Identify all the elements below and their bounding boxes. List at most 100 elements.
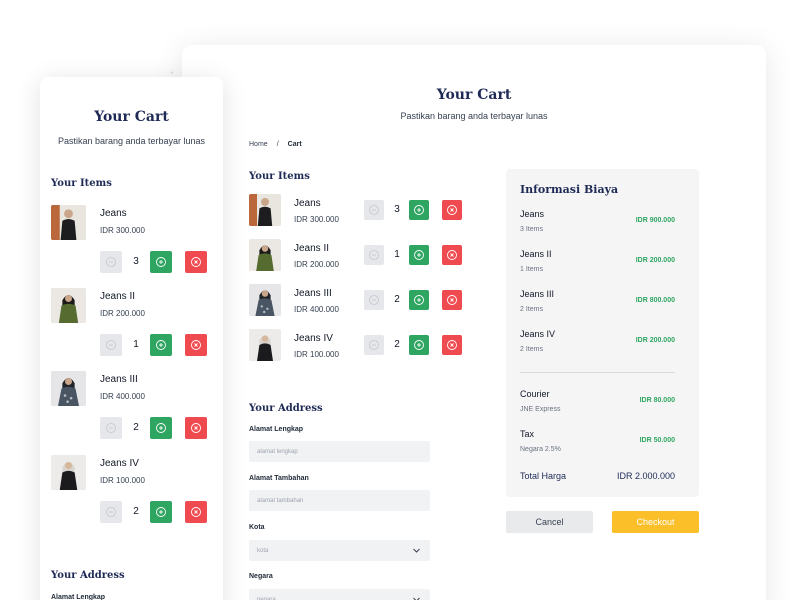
plus-circle-icon bbox=[413, 204, 425, 216]
decrease-button[interactable] bbox=[100, 501, 122, 523]
minus-circle-icon bbox=[105, 339, 117, 351]
desktop-cart-card: Your Cart Pastikan barang anda terbayar … bbox=[182, 45, 766, 600]
cart-item: Jeans II IDR 200.000 1 bbox=[249, 239, 462, 273]
decorative-dots: ·:· bbox=[170, 70, 174, 76]
product-image bbox=[51, 455, 86, 490]
cart-item: Jeans IDR 300.000 3 bbox=[249, 194, 462, 228]
summary-item-value: IDR 900.000 bbox=[635, 217, 675, 224]
mobile-cart-card: Your Cart Pastikan barang anda terbayar … bbox=[40, 77, 223, 600]
decrease-button[interactable] bbox=[100, 334, 122, 356]
country-select[interactable]: negara bbox=[249, 589, 430, 600]
quantity-value: 3 bbox=[394, 204, 400, 215]
summary-heading: Informasi Biaya bbox=[520, 183, 619, 196]
tax-label: Tax bbox=[520, 429, 535, 439]
courier-label: Courier bbox=[520, 389, 550, 399]
summary-item-value: IDR 200.000 bbox=[635, 257, 675, 264]
mobile-cart-item: Jeans III IDR 400.000 2 bbox=[51, 371, 211, 447]
breadcrumb-current: Cart bbox=[287, 141, 302, 148]
summary-item-name: Jeans bbox=[520, 209, 545, 219]
remove-item-button[interactable] bbox=[442, 245, 462, 265]
breadcrumb-separator: / bbox=[276, 141, 279, 148]
decrease-button[interactable] bbox=[364, 290, 384, 310]
mobile-page-subtitle: Pastikan barang anda terbayar lunas bbox=[57, 136, 206, 146]
x-circle-icon bbox=[446, 249, 458, 261]
remove-item-button[interactable] bbox=[185, 417, 207, 439]
product-price: IDR 300.000 bbox=[294, 215, 339, 224]
decrease-button[interactable] bbox=[364, 200, 384, 220]
country-select-value: negara bbox=[257, 596, 276, 600]
product-name: Jeans III bbox=[294, 288, 332, 299]
plus-circle-icon bbox=[155, 256, 167, 268]
field-label: Alamat Lengkap bbox=[51, 594, 106, 600]
chevron-down-icon bbox=[412, 595, 421, 600]
plus-circle-icon bbox=[155, 339, 167, 351]
summary-item-count: 2 Items bbox=[520, 306, 543, 313]
quantity-value: 2 bbox=[133, 506, 139, 517]
city-select[interactable]: kota bbox=[249, 540, 430, 561]
summary-item-count: 3 Items bbox=[520, 226, 543, 233]
tax-value: IDR 50.000 bbox=[639, 437, 675, 444]
increase-button[interactable] bbox=[150, 334, 172, 356]
product-name: Jeans IV bbox=[100, 458, 139, 469]
quantity-value: 2 bbox=[394, 339, 400, 350]
cart-item: Jeans III IDR 400.000 2 bbox=[249, 284, 462, 318]
plus-circle-icon bbox=[155, 422, 167, 434]
product-price: IDR 400.000 bbox=[294, 305, 339, 314]
tax-row: Tax Negara 2.5% IDR 50.000 bbox=[520, 429, 675, 459]
plus-circle-icon bbox=[413, 339, 425, 351]
quantity-value: 3 bbox=[133, 256, 139, 267]
minus-circle-icon bbox=[368, 339, 380, 351]
breadcrumb-home[interactable]: Home bbox=[249, 141, 268, 148]
increase-button[interactable] bbox=[409, 335, 429, 355]
cart-item: Jeans IV IDR 100.000 2 bbox=[249, 329, 462, 363]
decrease-button[interactable] bbox=[364, 335, 384, 355]
summary-item-name: Jeans III bbox=[520, 289, 555, 299]
minus-circle-icon bbox=[368, 249, 380, 261]
summary-item-count: 1 Items bbox=[520, 266, 543, 273]
remove-item-button[interactable] bbox=[185, 334, 207, 356]
address-heading: Your Address bbox=[249, 403, 323, 414]
decrease-button[interactable] bbox=[364, 245, 384, 265]
summary-row: Jeans II 1 Items IDR 200.000 bbox=[520, 249, 675, 279]
increase-button[interactable] bbox=[409, 200, 429, 220]
checkout-button[interactable]: Checkout bbox=[612, 511, 699, 533]
summary-item-name: Jeans II bbox=[520, 249, 552, 259]
courier-value: IDR 80.000 bbox=[639, 397, 675, 404]
quantity-value: 1 bbox=[394, 249, 400, 260]
minus-circle-icon bbox=[105, 506, 117, 518]
summary-item-value: IDR 200.000 bbox=[635, 337, 675, 344]
product-name: Jeans II bbox=[294, 243, 330, 254]
remove-item-button[interactable] bbox=[442, 290, 462, 310]
x-circle-icon bbox=[446, 294, 458, 306]
page-subtitle: Pastikan barang anda terbayar lunas bbox=[400, 111, 548, 121]
courier-detail: JNE Express bbox=[520, 406, 561, 413]
summary-row: Jeans IV 2 Items IDR 200.000 bbox=[520, 329, 675, 359]
chevron-down-icon bbox=[412, 546, 421, 555]
address-extra-input[interactable]: alamat tambahan bbox=[249, 490, 430, 511]
remove-item-button[interactable] bbox=[442, 200, 462, 220]
product-price: IDR 200.000 bbox=[100, 309, 145, 318]
increase-button[interactable] bbox=[409, 290, 429, 310]
total-row: Total Harga IDR 2.000.000 bbox=[520, 471, 675, 485]
x-circle-icon bbox=[190, 422, 202, 434]
decrease-button[interactable] bbox=[100, 417, 122, 439]
product-price: IDR 200.000 bbox=[294, 260, 339, 269]
increase-button[interactable] bbox=[150, 417, 172, 439]
increase-button[interactable] bbox=[150, 501, 172, 523]
decrease-button[interactable] bbox=[100, 251, 122, 273]
address-input[interactable]: alamat lengkap bbox=[249, 441, 430, 462]
mobile-items-heading: Your Items bbox=[51, 178, 112, 189]
product-price: IDR 300.000 bbox=[100, 226, 145, 235]
field-label: Negara bbox=[249, 573, 273, 580]
remove-item-button[interactable] bbox=[185, 501, 207, 523]
city-select-value: kota bbox=[257, 547, 269, 554]
total-label: Total Harga bbox=[520, 471, 567, 481]
increase-button[interactable] bbox=[409, 245, 429, 265]
mobile-page-title: Your Cart bbox=[94, 109, 169, 125]
increase-button[interactable] bbox=[150, 251, 172, 273]
cancel-button[interactable]: Cancel bbox=[506, 511, 593, 533]
remove-item-button[interactable] bbox=[442, 335, 462, 355]
product-price: IDR 100.000 bbox=[100, 476, 145, 485]
product-price: IDR 100.000 bbox=[294, 350, 339, 359]
remove-item-button[interactable] bbox=[185, 251, 207, 273]
